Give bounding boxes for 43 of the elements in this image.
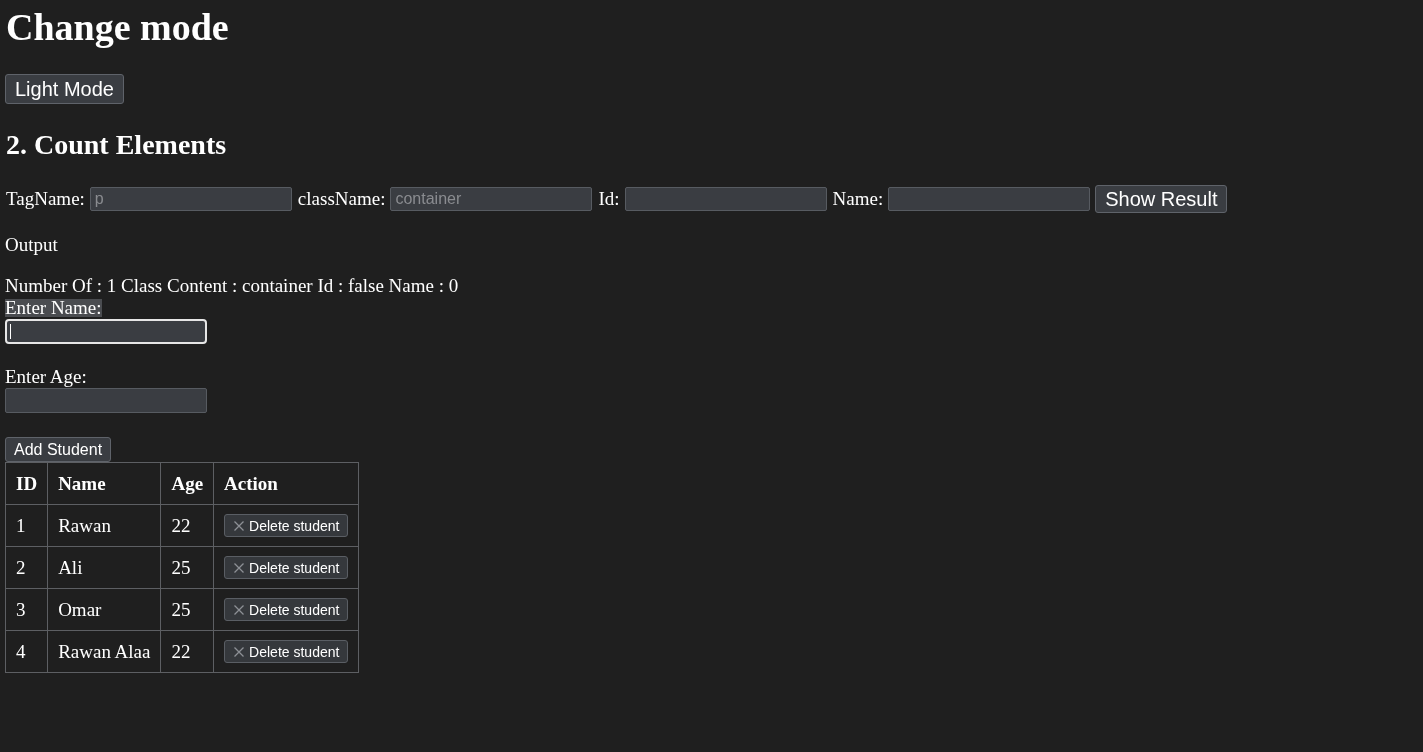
table-cell: 1 bbox=[5, 504, 48, 547]
table-cell: Rawan Alaa bbox=[47, 630, 161, 673]
page-heading: Change mode bbox=[6, 5, 230, 49]
add-student-button[interactable]: Add Student bbox=[5, 437, 112, 462]
table-cell: 2 bbox=[5, 546, 48, 589]
table-cell: 22 bbox=[160, 630, 214, 673]
table-cell: 22 bbox=[160, 504, 214, 547]
input-field[interactable]: p bbox=[89, 187, 292, 211]
field-label: className: bbox=[297, 188, 386, 210]
table-cell: 3 bbox=[5, 588, 48, 631]
input-field[interactable] bbox=[624, 187, 827, 211]
column-header: ID bbox=[5, 462, 48, 505]
input-field[interactable] bbox=[888, 187, 1091, 211]
table-cell: 25 bbox=[160, 588, 214, 631]
delete-student-button[interactable]: Delete student bbox=[224, 640, 349, 663]
column-header: Action bbox=[213, 462, 359, 505]
table-cell: Rawan bbox=[47, 504, 161, 547]
input-field[interactable] bbox=[5, 388, 207, 413]
cross-icon bbox=[234, 520, 245, 531]
cross-icon bbox=[234, 646, 245, 657]
field-label: Enter Name: bbox=[5, 299, 102, 317]
field-label: Enter Age: bbox=[5, 368, 87, 386]
table-cell: Ali bbox=[47, 546, 161, 589]
table-cell: 25 bbox=[160, 546, 214, 589]
output-label: Output bbox=[5, 234, 59, 256]
field-label: Name: bbox=[832, 188, 884, 210]
table-cell: 4 bbox=[5, 630, 48, 673]
input-field[interactable]: container bbox=[390, 187, 593, 211]
output-text: Number Of : 1 Class Content : container Id : false Name : 0 bbox=[5, 275, 460, 297]
field-label: TagName: bbox=[6, 188, 85, 210]
delete-student-button[interactable]: Delete student bbox=[224, 598, 349, 621]
field-label: Id: bbox=[598, 188, 620, 210]
column-header: Name bbox=[47, 462, 161, 505]
cross-icon bbox=[234, 562, 245, 573]
table-cell: Omar bbox=[47, 588, 161, 631]
column-header: Age bbox=[160, 462, 214, 505]
show-result-button[interactable]: Show Result bbox=[1095, 185, 1228, 213]
delete-student-button[interactable]: Delete student bbox=[224, 556, 349, 579]
light-mode-button[interactable]: Light Mode bbox=[5, 74, 124, 104]
section-heading: 2. Count Elements bbox=[6, 129, 228, 161]
text-cursor-icon bbox=[10, 324, 11, 339]
delete-student-button[interactable]: Delete student bbox=[224, 514, 349, 537]
cross-icon bbox=[234, 604, 245, 615]
